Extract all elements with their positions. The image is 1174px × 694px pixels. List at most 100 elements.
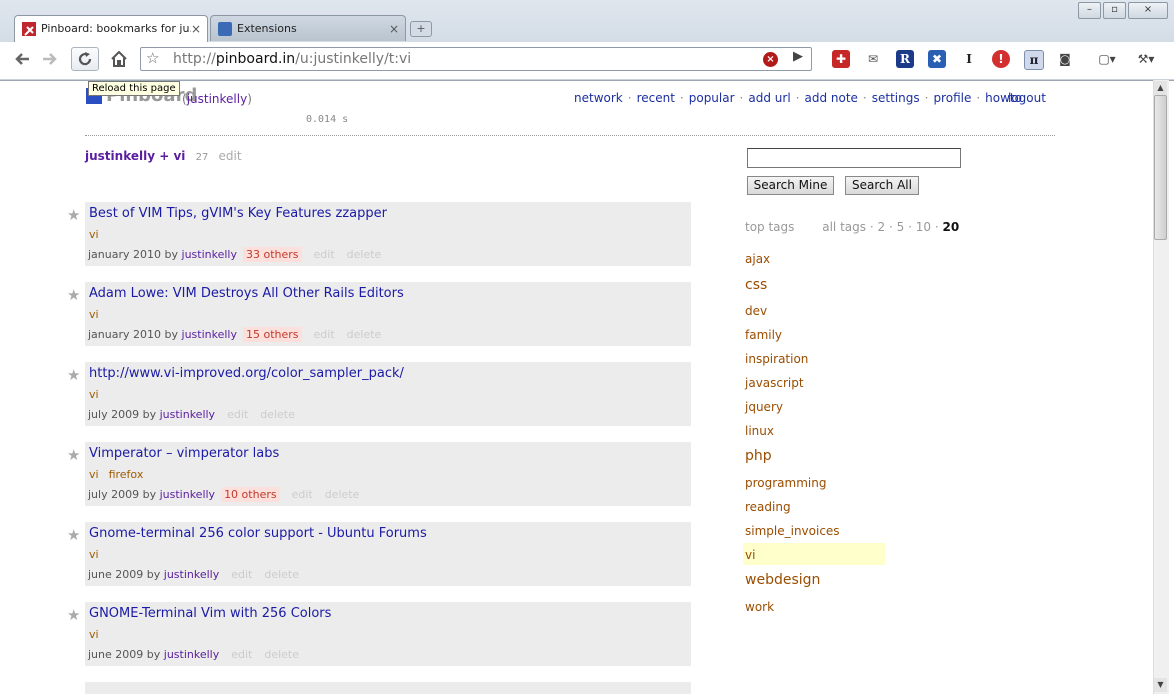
filter-tag[interactable]: vi: [173, 149, 185, 163]
forward-button[interactable]: [36, 47, 62, 71]
tag-count-10[interactable]: 10: [916, 220, 931, 234]
bookmark-user[interactable]: justinkelly: [182, 328, 237, 341]
back-button[interactable]: [10, 47, 36, 71]
star-icon[interactable]: ★: [67, 526, 80, 544]
tag-count-20[interactable]: 20: [943, 220, 960, 234]
tag-dev[interactable]: dev: [745, 304, 767, 318]
stop-sign-extension-icon[interactable]: !: [992, 50, 1010, 68]
filter-edit[interactable]: edit: [219, 149, 242, 163]
bookmark-title[interactable]: Gnome-terminal 256 color support - Ubunt…: [89, 526, 427, 541]
nav-add-url[interactable]: add url: [748, 91, 790, 105]
tag-webdesign[interactable]: webdesign: [745, 572, 820, 588]
readability-extension-icon[interactable]: R: [896, 50, 914, 68]
filter-user[interactable]: justinkelly: [85, 149, 155, 163]
instapaper-extension-icon[interactable]: I: [960, 50, 978, 68]
bookmark-delete[interactable]: delete: [347, 248, 382, 261]
window-close-button[interactable]: ×: [1128, 2, 1168, 19]
bookmark-edit[interactable]: edit: [227, 408, 248, 421]
bookmark-delete[interactable]: delete: [325, 488, 360, 501]
bookmark-star-icon[interactable]: ☆: [146, 49, 159, 67]
tag-family[interactable]: family: [745, 328, 782, 342]
pinboard-extension-icon[interactable]: ✖: [928, 50, 946, 68]
search-mine-button[interactable]: Search Mine: [747, 176, 834, 195]
tag-vi[interactable]: vi: [745, 548, 755, 562]
bookmark-title[interactable]: Best of VIM Tips, gVIM's Key Features zz…: [89, 206, 387, 221]
nav-add-note[interactable]: add note: [804, 91, 857, 105]
tag-javascript[interactable]: javascript: [745, 376, 804, 390]
nav-logout[interactable]: logout: [1008, 91, 1046, 105]
bookmark-edit[interactable]: edit: [314, 248, 335, 261]
tag-count-2[interactable]: 2: [877, 220, 885, 234]
tab-pinboard[interactable]: Pinboard: bookmarks for ju… ×: [14, 15, 208, 42]
bookmark-tag[interactable]: vi: [89, 388, 99, 401]
bookmark-tag[interactable]: firefox: [109, 468, 144, 481]
bookmark-edit[interactable]: edit: [314, 328, 335, 341]
home-button[interactable]: [106, 47, 132, 71]
stop-icon[interactable]: ×: [763, 52, 778, 67]
bookmark-user[interactable]: justinkelly: [164, 648, 219, 661]
star-icon[interactable]: ★: [67, 286, 80, 304]
tab-close-icon[interactable]: ×: [191, 16, 201, 42]
scroll-up-icon[interactable]: ▲: [1154, 81, 1167, 95]
tag-php[interactable]: php: [745, 448, 772, 464]
tag-reading[interactable]: reading: [745, 500, 791, 514]
bookmark-delete[interactable]: delete: [264, 568, 299, 581]
bookmark-user[interactable]: justinkelly: [164, 568, 219, 581]
star-icon[interactable]: ★: [67, 206, 80, 224]
bookmark-delete[interactable]: delete: [347, 328, 382, 341]
wrench-menu-icon[interactable]: ⚒▾: [1132, 50, 1160, 68]
nav-recent[interactable]: recent: [637, 91, 675, 105]
bookmark-delete[interactable]: delete: [264, 648, 299, 661]
address-bar[interactable]: ☆ http://pinboard.in/u:justinkelly/t:vi …: [140, 47, 812, 71]
tag-linux[interactable]: linux: [745, 424, 774, 438]
minimize-button[interactable]: –: [1078, 2, 1101, 19]
search-all-button[interactable]: Search All: [845, 176, 919, 195]
nav-popular[interactable]: popular: [689, 91, 735, 105]
bookmark-tag[interactable]: vi: [89, 228, 99, 241]
nav-network[interactable]: network: [574, 91, 623, 105]
tag-simple-invoices[interactable]: simple_invoices: [745, 524, 840, 538]
bookmark-user[interactable]: justinkelly: [160, 488, 215, 501]
bookmark-title[interactable]: Adam Lowe: VIM Destroys All Other Rails …: [89, 286, 404, 301]
go-icon[interactable]: ▶: [793, 49, 803, 64]
tag-ajax[interactable]: ajax: [745, 252, 770, 266]
reload-button[interactable]: [71, 47, 99, 71]
pi-extension-icon[interactable]: π: [1024, 50, 1044, 70]
adblock-extension-icon[interactable]: ✚: [832, 50, 850, 68]
new-tab-button[interactable]: +: [410, 21, 432, 37]
bookmark-user[interactable]: justinkelly: [160, 408, 215, 421]
bookmark-delete[interactable]: delete: [260, 408, 295, 421]
bookmark-tag[interactable]: vi: [89, 548, 99, 561]
bookmark-user[interactable]: justinkelly: [182, 248, 237, 261]
bookmark-title[interactable]: GNOME-Terminal Vim with 256 Colors: [89, 606, 331, 621]
bookmark-others[interactable]: 10 others: [221, 487, 280, 502]
bookmark-tag[interactable]: vi: [89, 308, 99, 321]
bookmark-tag[interactable]: vi: [89, 628, 99, 641]
bookmark-others[interactable]: 33 others: [242, 247, 302, 262]
bookmark-edit[interactable]: edit: [292, 488, 313, 501]
bookmark-tag[interactable]: vi: [89, 468, 99, 481]
tag-inspiration[interactable]: inspiration: [745, 352, 808, 366]
scroll-down-icon[interactable]: ▼: [1154, 678, 1167, 692]
camera-extension-icon[interactable]: ◙: [1056, 50, 1074, 68]
all-tags-label[interactable]: all tags: [822, 220, 866, 234]
header-user-link[interactable]: justinkelly: [187, 92, 248, 106]
mail-extension-icon[interactable]: ✉: [864, 50, 882, 68]
tag-count-5[interactable]: 5: [897, 220, 905, 234]
bookmark-title[interactable]: Vimperator – vimperator labs: [89, 446, 279, 461]
page-menu-icon[interactable]: ▢▾: [1094, 50, 1120, 68]
star-icon[interactable]: ★: [67, 366, 80, 384]
nav-settings[interactable]: settings: [872, 91, 920, 105]
nav-profile[interactable]: profile: [933, 91, 971, 105]
tag-css[interactable]: css: [745, 277, 767, 293]
search-input[interactable]: [747, 148, 961, 168]
bookmark-edit[interactable]: edit: [231, 648, 252, 661]
star-icon[interactable]: ★: [67, 446, 80, 464]
tag-jquery[interactable]: jquery: [745, 400, 783, 414]
star-icon[interactable]: ★: [67, 606, 80, 624]
tab-extensions[interactable]: Extensions ×: [210, 15, 406, 41]
maximize-button[interactable]: ▫: [1103, 2, 1126, 19]
bookmark-edit[interactable]: edit: [231, 568, 252, 581]
tab-close-icon[interactable]: ×: [389, 16, 399, 42]
tag-work[interactable]: work: [745, 600, 774, 614]
